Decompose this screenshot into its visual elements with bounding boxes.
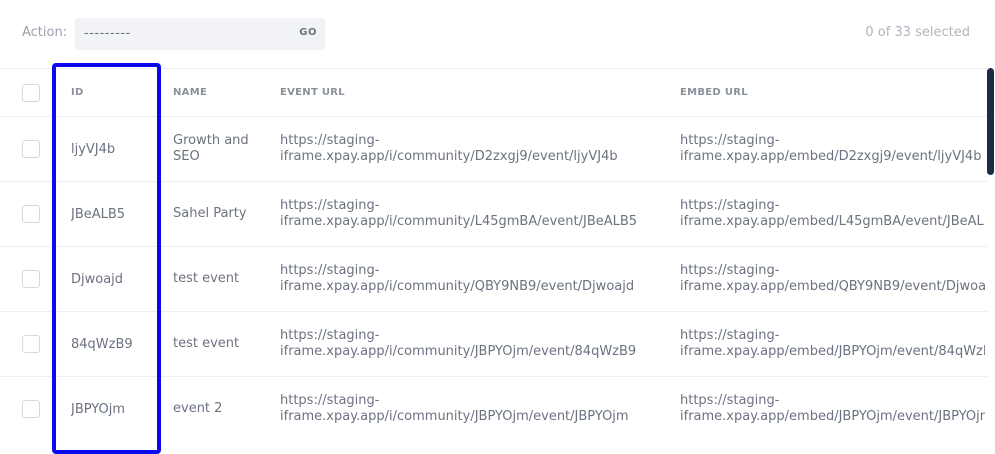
row-event-url-line2: iframe.xpay.app/i/community/JBPYOjm/even… [280, 344, 637, 359]
action-select-value: --------- [84, 26, 131, 41]
row-embed-url-line2: iframe.xpay.app/embed/JBPYOjm/event/84qW… [680, 344, 985, 359]
row-id[interactable]: Djwoajd [71, 247, 161, 311]
row-event-url: https://staging-iframe.xpay.app/i/commun… [280, 182, 670, 246]
row-event-url: https://staging-iframe.xpay.app/i/commun… [280, 117, 670, 181]
row-embed-url-line2: iframe.xpay.app/embed/QBY9NB9/event/Djwo… [680, 279, 985, 294]
row-embed-url-line1: https://staging- [680, 263, 780, 278]
action-bar: Action: --------- GO 0 of 33 selected [0, 0, 995, 68]
table-row: ljyVJ4b Growth and SEO https://staging-i… [0, 116, 995, 181]
action-label: Action: [22, 25, 68, 40]
column-header-event-url[interactable]: EVENT URL [280, 69, 670, 116]
row-name: event 2 [173, 401, 223, 416]
column-header-id[interactable]: ID [71, 69, 161, 116]
row-checkbox-cell [22, 312, 40, 376]
row-event-url-line2: iframe.xpay.app/i/community/L45gmBA/even… [280, 214, 638, 229]
go-button[interactable]: GO [299, 27, 317, 38]
row-embed-url: https://staging-iframe.xpay.app/embed/JB… [680, 312, 985, 376]
row-event-url-line2: iframe.xpay.app/i/community/D2zxgj9/even… [280, 149, 618, 164]
row-event-url-line1: https://staging- [280, 393, 380, 408]
table-header-row: ID NAME EVENT URL EMBED URL [0, 68, 995, 116]
row-event-url-line1: https://staging- [280, 133, 380, 148]
row-embed-url-line2: iframe.xpay.app/embed/JBPYOjm/event/JBPY… [680, 409, 985, 424]
table-row: JBeALB5 Sahel Party https://staging-ifra… [0, 181, 995, 246]
select-all-checkbox[interactable] [22, 83, 40, 102]
row-event-url-line2: iframe.xpay.app/i/community/JBPYOjm/even… [280, 409, 629, 424]
row-checkbox[interactable] [22, 140, 40, 158]
row-embed-url-line1: https://staging- [680, 328, 780, 343]
row-embed-url-line1: https://staging- [680, 198, 780, 213]
action-select[interactable]: --------- GO [75, 18, 325, 50]
column-header-embed-url[interactable]: EMBED URL [680, 69, 985, 116]
select-all-cell [22, 69, 40, 116]
row-event-url: https://staging-iframe.xpay.app/i/commun… [280, 247, 670, 311]
row-event-url: https://staging-iframe.xpay.app/i/commun… [280, 377, 670, 441]
scrollbar-thumb[interactable] [987, 68, 994, 175]
row-checkbox[interactable] [22, 400, 40, 418]
row-checkbox[interactable] [22, 335, 40, 353]
row-embed-url: https://staging-iframe.xpay.app/embed/L4… [680, 182, 985, 246]
table-row: JBPYOjm event 2 https://staging-iframe.x… [0, 376, 995, 441]
row-checkbox-cell [22, 377, 40, 441]
row-name: test event [173, 271, 240, 286]
row-embed-url: https://staging-iframe.xpay.app/embed/JB… [680, 377, 985, 441]
row-event-url-line1: https://staging- [280, 198, 380, 213]
row-checkbox[interactable] [22, 205, 40, 223]
row-event-url-line2: iframe.xpay.app/i/community/QBY9NB9/even… [280, 279, 635, 294]
row-embed-url-line2: iframe.xpay.app/embed/D2zxgj9/event/ljyV… [680, 149, 982, 164]
row-embed-url-line1: https://staging- [680, 393, 780, 408]
table-row: Djwoajd test event https://staging-ifram… [0, 246, 995, 311]
table-row: 84qWzB9 test event https://staging-ifram… [0, 311, 995, 376]
row-embed-url-line1: https://staging- [680, 133, 780, 148]
row-event-url-line1: https://staging- [280, 328, 380, 343]
events-table: ID NAME EVENT URL EMBED URL ljyVJ4b Grow… [0, 68, 995, 441]
row-embed-url-line2: iframe.xpay.app/embed/L45gmBA/event/JBeA… [680, 214, 985, 229]
row-event-url-line1: https://staging- [280, 263, 380, 278]
row-event-url: https://staging-iframe.xpay.app/i/commun… [280, 312, 670, 376]
row-checkbox-cell [22, 117, 40, 181]
row-checkbox-cell [22, 182, 40, 246]
row-id[interactable]: JBPYOjm [71, 377, 161, 441]
row-id[interactable]: JBeALB5 [71, 182, 161, 246]
column-header-name[interactable]: NAME [173, 69, 273, 116]
row-checkbox-cell [22, 247, 40, 311]
row-id[interactable]: 84qWzB9 [71, 312, 161, 376]
row-embed-url: https://staging-iframe.xpay.app/embed/QB… [680, 247, 985, 311]
selection-count: 0 of 33 selected [865, 25, 970, 40]
vertical-scrollbar[interactable] [987, 68, 994, 454]
row-name: Sahel Party [173, 206, 247, 221]
row-embed-url: https://staging-iframe.xpay.app/embed/D2… [680, 117, 985, 181]
row-name: Growth and SEO [173, 133, 249, 164]
row-name: test event [173, 336, 240, 351]
row-id[interactable]: ljyVJ4b [71, 117, 161, 181]
row-checkbox[interactable] [22, 270, 40, 288]
